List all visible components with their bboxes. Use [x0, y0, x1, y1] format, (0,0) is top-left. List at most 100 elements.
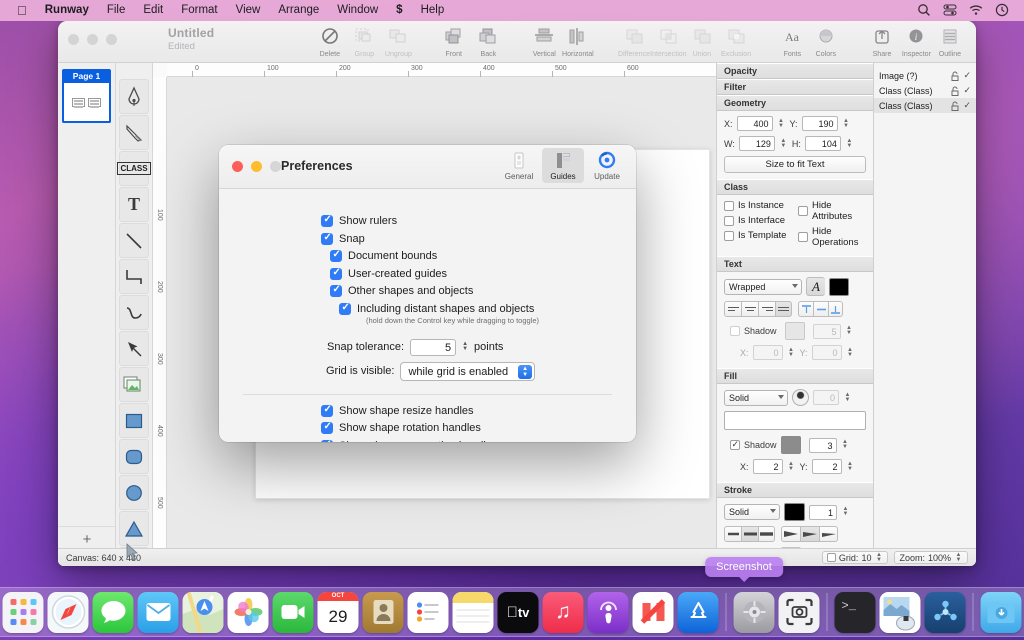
- toolbar-back[interactable]: Back: [471, 23, 505, 58]
- unlock-icon[interactable]: [951, 86, 960, 96]
- fill-color-bar[interactable]: [724, 411, 866, 430]
- document-bounds-checkbox[interactable]: [330, 249, 342, 262]
- geometry-w-stepper[interactable]: ▲ ▼: [779, 136, 788, 151]
- inspector-section-class[interactable]: Class: [717, 179, 873, 195]
- prefs-close-button[interactable]: [232, 161, 243, 172]
- minimize-button[interactable]: [87, 34, 98, 45]
- grid-control[interactable]: Grid: 10 ▲ ▼: [821, 551, 889, 564]
- fill-shadow-blur-stepper[interactable]: ▲ ▼: [841, 438, 850, 453]
- menu-item-edit[interactable]: Edit: [134, 0, 172, 21]
- line-tool[interactable]: [119, 223, 149, 258]
- zoom-control[interactable]: Zoom: 100% ▲ ▼: [894, 551, 968, 564]
- toolbar-exclusion[interactable]: Exclusion: [719, 23, 753, 58]
- stroke-dash-2[interactable]: [741, 526, 758, 542]
- geometry-y-field[interactable]: 190: [801, 116, 838, 131]
- text-tool[interactable]: T: [119, 187, 149, 222]
- connection-handles-checkbox[interactable]: [321, 439, 333, 442]
- text-color-swatch[interactable]: [829, 277, 849, 296]
- dock-item-preview[interactable]: [879, 591, 921, 633]
- fill-shadow-x-stepper[interactable]: ▲ ▼: [787, 459, 796, 474]
- user-created-guides-checkbox[interactable]: [330, 267, 342, 280]
- wifi-icon[interactable]: [969, 3, 984, 18]
- dock-item-appletv[interactable]: tv: [497, 591, 539, 633]
- dock-item-notes[interactable]: [452, 591, 494, 633]
- pref-resize-handles[interactable]: Show shape resize handles: [321, 404, 636, 417]
- add-page-button[interactable]: +: [58, 526, 116, 548]
- other-shapes-checkbox[interactable]: [330, 284, 342, 297]
- text-wrap-select[interactable]: Wrapped: [724, 278, 802, 295]
- layer-row-class-2[interactable]: Class (Class) ✓: [874, 98, 976, 113]
- stroke-arrow-2[interactable]: [800, 526, 819, 542]
- stroke-arrow-3[interactable]: [819, 526, 838, 542]
- prefs-minimize-button[interactable]: [251, 161, 262, 172]
- dock-item-mail[interactable]: [137, 591, 179, 633]
- menu-item-window[interactable]: Window: [328, 0, 387, 21]
- image-tool[interactable]: [119, 367, 149, 402]
- pref-other-shapes[interactable]: Other shapes and objects: [321, 284, 636, 297]
- fill-shadow-y-stepper[interactable]: ▲ ▼: [846, 459, 855, 474]
- text-shadow-y-stepper[interactable]: ▲ ▼: [846, 345, 855, 360]
- fill-gradient-toggle[interactable]: [792, 389, 809, 406]
- clock-icon[interactable]: [995, 3, 1010, 18]
- visibility-checkmark-icon[interactable]: ✓: [963, 70, 971, 81]
- geometry-h-field[interactable]: 104: [804, 136, 841, 151]
- brush-tool[interactable]: [119, 115, 149, 150]
- inspector-section-fill[interactable]: Fill: [717, 368, 873, 384]
- triangle-tool[interactable]: [119, 511, 149, 546]
- class-hide-attributes[interactable]: Hide Attributes: [798, 200, 866, 222]
- hide-attributes-checkbox[interactable]: [798, 206, 808, 216]
- fill-shadow-x-field[interactable]: 2: [752, 459, 783, 474]
- fill-shadow-blur-field[interactable]: 3: [808, 437, 837, 453]
- menu-item-arrange[interactable]: Arrange: [269, 0, 328, 21]
- layer-row-class-1[interactable]: Class (Class) ✓: [874, 83, 976, 98]
- dock-item-contacts[interactable]: [362, 591, 404, 633]
- control-center-icon[interactable]: [943, 3, 958, 18]
- toolbar-union[interactable]: Union: [685, 23, 719, 58]
- resize-handles-checkbox[interactable]: [321, 404, 333, 417]
- fill-shadow-color-swatch[interactable]: [780, 436, 801, 454]
- toolbar-horizontal[interactable]: Horizontal: [561, 23, 595, 58]
- fill-shadow-y-field[interactable]: 2: [811, 459, 842, 474]
- visibility-checkmark-icon[interactable]: ✓: [963, 85, 971, 96]
- fill-gradient-stepper[interactable]: ▲ ▼: [843, 390, 852, 405]
- dock-item-downloads-folder[interactable]: [980, 591, 1022, 633]
- elbow-connector-tool[interactable]: [119, 259, 149, 294]
- dock-item-screenshot[interactable]: [778, 591, 820, 633]
- rectangle-tool[interactable]: [119, 403, 149, 438]
- class-is-instance[interactable]: Is Instance: [724, 200, 792, 211]
- close-button[interactable]: [68, 34, 79, 45]
- grid-stepper[interactable]: ▲ ▼: [874, 552, 883, 563]
- geometry-w-field[interactable]: 129: [738, 136, 775, 151]
- tab-guides[interactable]: Guides: [542, 148, 584, 183]
- is-interface-checkbox[interactable]: [724, 215, 734, 226]
- stroke-style-select[interactable]: Solid: [724, 504, 780, 520]
- is-template-checkbox[interactable]: [724, 230, 734, 241]
- menu-item-view[interactable]: View: [227, 0, 270, 21]
- menu-item-format[interactable]: Format: [172, 0, 226, 21]
- pref-distant-shapes[interactable]: Including distant shapes and objects: [321, 302, 636, 315]
- toolbar-group[interactable]: Group: [347, 23, 381, 58]
- menu-item-dollar[interactable]: $: [387, 0, 411, 21]
- search-icon[interactable]: [917, 3, 932, 18]
- inspector-section-stroke[interactable]: Stroke: [717, 482, 873, 498]
- align-left-button[interactable]: [724, 301, 741, 317]
- toolbar-difference[interactable]: Difference: [617, 23, 651, 58]
- dock-item-podcasts[interactable]: [587, 591, 629, 633]
- rotation-handles-checkbox[interactable]: [321, 421, 333, 434]
- pref-document-bounds[interactable]: Document bounds: [321, 249, 636, 262]
- curve-tool[interactable]: [119, 295, 149, 330]
- dock-item-xcode[interactable]: [924, 591, 966, 633]
- valign-top-button[interactable]: [798, 301, 813, 317]
- align-right-button[interactable]: [758, 301, 775, 317]
- align-center-button[interactable]: [741, 301, 758, 317]
- arrow-tool[interactable]: [119, 331, 149, 366]
- dock-item-facetime[interactable]: [272, 591, 314, 633]
- toolbar-colors[interactable]: Colors: [809, 23, 843, 58]
- text-font-button[interactable]: A: [806, 277, 825, 296]
- stroke-color-swatch[interactable]: [784, 503, 805, 521]
- inspector-section-text[interactable]: Text: [717, 256, 873, 272]
- dock-item-appstore[interactable]: [677, 591, 719, 633]
- menu-item-file[interactable]: File: [98, 0, 135, 21]
- toolbar-delete[interactable]: Delete: [313, 23, 347, 58]
- valign-bottom-button[interactable]: [828, 301, 843, 317]
